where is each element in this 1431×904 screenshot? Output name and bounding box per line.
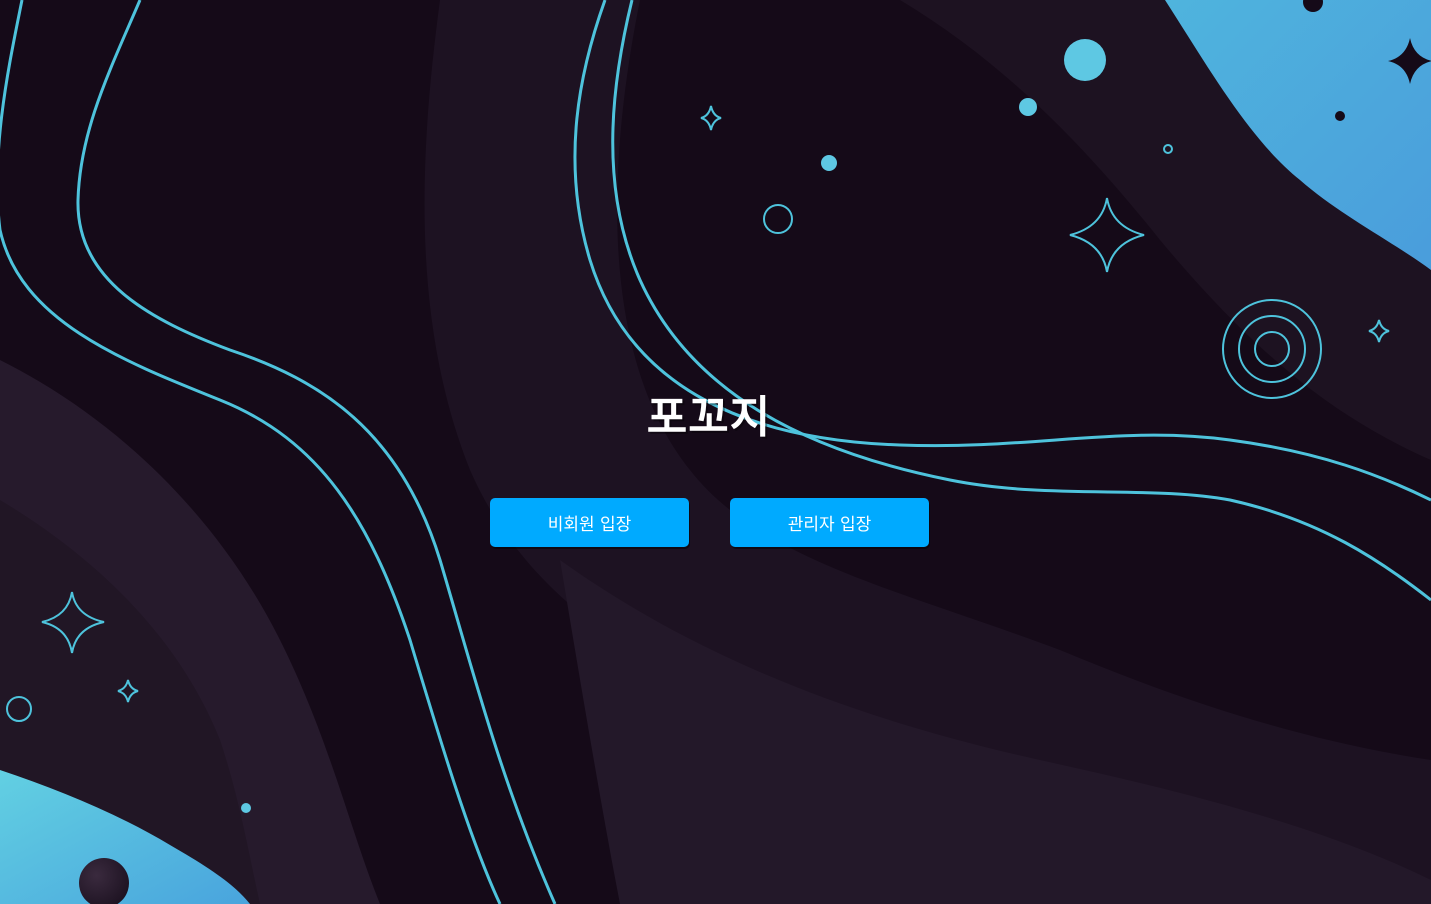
page-title: 포꼬지 xyxy=(646,392,772,443)
admin-entry-button[interactable]: 관리자 입장 xyxy=(730,498,929,547)
dot-icon xyxy=(241,803,251,813)
guest-entry-button[interactable]: 비회원 입장 xyxy=(490,498,689,547)
background-illustration xyxy=(0,0,1431,904)
dot-icon xyxy=(1019,98,1037,116)
dot-icon xyxy=(821,155,837,171)
dot-icon xyxy=(1064,39,1106,81)
dot-icon xyxy=(1335,111,1345,121)
landing-screen: 포꼬지 비회원 입장 관리자 입장 xyxy=(0,0,1431,904)
